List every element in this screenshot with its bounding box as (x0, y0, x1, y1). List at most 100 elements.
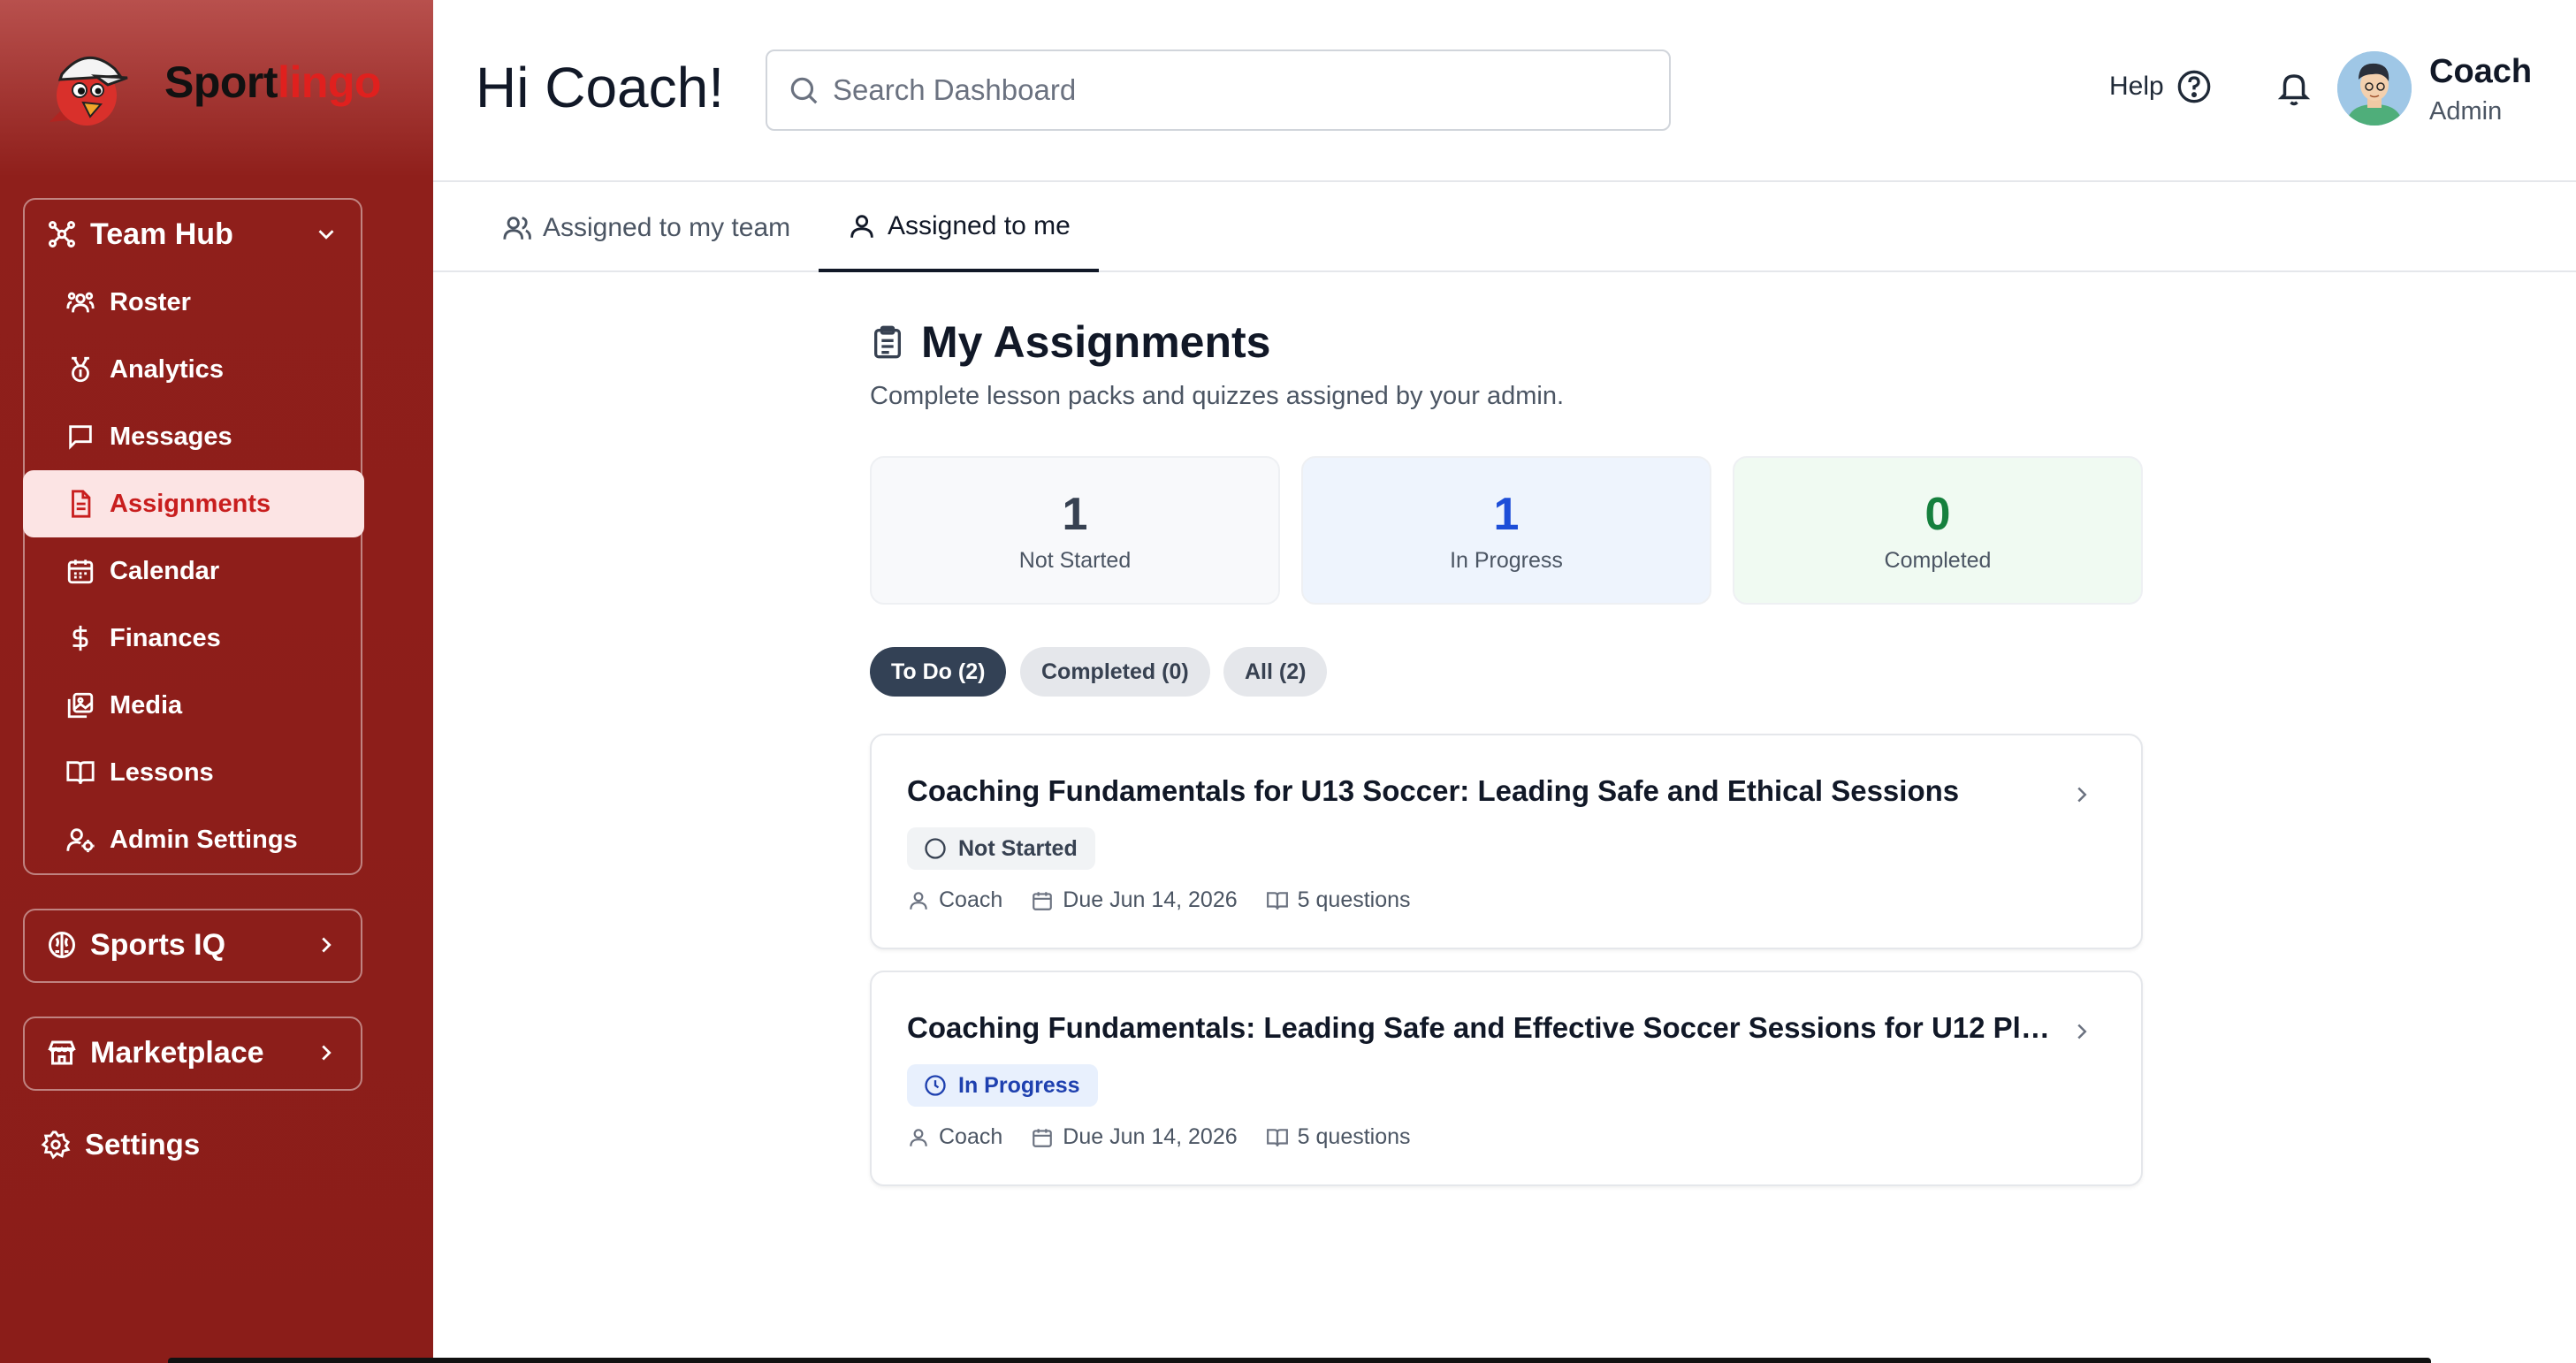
user-icon (910, 891, 927, 910)
user-name: Coach (2429, 53, 2533, 90)
question-circle-icon (2177, 70, 2211, 103)
sidebar-item-label: Media (110, 690, 183, 720)
sidebar-item-media[interactable]: Media (25, 672, 361, 739)
chevron-right-icon (322, 1045, 332, 1061)
calendar-icon (1033, 891, 1053, 910)
stat-label: In Progress (1450, 547, 1563, 573)
sidebar-item-label: Roster (110, 287, 191, 316)
clipboard-icon (874, 325, 901, 359)
book-icon (1266, 891, 1288, 910)
marketplace-group[interactable]: Marketplace (23, 1017, 362, 1091)
tab-assigned-to-me[interactable]: Assigned to me (819, 184, 1099, 272)
sidebar-item-label: Assignments (110, 489, 271, 518)
sidebar-item-label: Messages (110, 422, 232, 451)
team-hub-label: Team Hub (90, 217, 233, 251)
marketplace-label: Marketplace (90, 1035, 264, 1070)
sidebar-item-label: Admin Settings (110, 825, 298, 854)
status-badge: In Progress (907, 1064, 1098, 1107)
gear-icon (41, 1131, 71, 1160)
assignment-meta: Coach Due Jun 14, 2026 5 questions (907, 887, 1439, 913)
stat-in-progress: 1 In Progress (1301, 456, 1711, 605)
user-role: Admin (2429, 97, 2503, 126)
search-box[interactable] (766, 49, 1671, 131)
stat-label: Completed (1884, 547, 1992, 573)
chevron-right-icon (2077, 1024, 2087, 1039)
brand-name: Sportlingo (164, 57, 381, 107)
users-icon (66, 292, 95, 313)
sports-iq-toggle[interactable]: Sports IQ (25, 910, 361, 979)
clock-icon (925, 1075, 946, 1096)
team-hub-group: Team Hub Roster Analytics Messages Assig… (23, 198, 364, 875)
sidebar-item-assignments[interactable]: Assignments (23, 470, 364, 537)
top-header: Hi Coach! Help Coach Admin (433, 0, 2576, 182)
assignment-card[interactable]: Coaching Fundamentals for U13 Soccer: Le… (870, 734, 2143, 949)
circle-icon (925, 838, 946, 859)
chevron-right-icon (2077, 787, 2087, 803)
filter-completed[interactable]: Completed (0) (1020, 647, 1210, 697)
sidebar: Sportlingo Team Hub Roster Analytics Mes… (0, 0, 433, 1363)
dollar-icon (72, 625, 88, 651)
question-count: 5 questions (1297, 1124, 1411, 1149)
assignee: Coach (939, 887, 1003, 912)
network-icon (49, 221, 75, 247)
assignee: Coach (939, 1124, 1003, 1149)
assignment-card[interactable]: Coaching Fundamentals: Leading Safe and … (870, 971, 2143, 1186)
sidebar-item-lessons[interactable]: Lessons (25, 739, 361, 806)
sidebar-item-messages[interactable]: Messages (25, 403, 361, 470)
marketplace-toggle[interactable]: Marketplace (25, 1018, 361, 1087)
team-hub-toggle[interactable]: Team Hub (25, 200, 361, 269)
stat-completed: 0 Completed (1733, 456, 2143, 605)
user-icon (910, 1128, 927, 1146)
stat-value: 0 (1924, 488, 1951, 540)
page-title-text: My Assignments (921, 317, 1271, 367)
sidebar-settings[interactable]: Settings (41, 1128, 200, 1161)
brand-logo[interactable]: Sportlingo (42, 34, 381, 131)
status-text: Not Started (958, 835, 1078, 861)
sidebar-item-label: Finances (110, 623, 221, 652)
page-title: My Assignments (870, 316, 1270, 368)
stat-value: 1 (1493, 488, 1520, 540)
bird-mascot-icon (50, 56, 128, 126)
sidebar-item-label: Analytics (110, 354, 224, 384)
tab-label: Assigned to me (888, 211, 1071, 240)
calendar-icon (1033, 1128, 1053, 1147)
filter-to-do[interactable]: To Do (2) (870, 647, 1007, 697)
sports-iq-label: Sports IQ (90, 927, 226, 962)
message-icon (69, 425, 92, 450)
book-icon (1266, 1128, 1288, 1146)
sidebar-item-admin-settings[interactable]: Admin Settings (25, 806, 361, 873)
assignment-meta: Coach Due Jun 14, 2026 5 questions (907, 1124, 1439, 1150)
page-subtitle: Complete lesson packs and quizzes assign… (870, 382, 1565, 410)
document-icon (72, 490, 91, 518)
stat-label: Not Started (1018, 547, 1132, 573)
sidebar-item-finances[interactable]: Finances (25, 605, 361, 672)
brain-icon (49, 932, 75, 958)
calendar-icon (67, 560, 94, 584)
stat-value: 1 (1062, 488, 1088, 540)
window-bottom-edge (168, 1358, 2431, 1363)
question-count: 5 questions (1297, 887, 1411, 912)
images-icon (67, 692, 94, 719)
sidebar-item-analytics[interactable]: Analytics (25, 336, 361, 403)
bell-icon[interactable] (2275, 69, 2313, 108)
sidebar-item-label: Calendar (110, 556, 220, 585)
greeting-title: Hi Coach! (476, 56, 724, 119)
avatar[interactable] (2337, 51, 2412, 126)
users-icon (503, 217, 531, 240)
tab-label: Assigned to my team (543, 213, 791, 242)
assignment-title: Coaching Fundamentals for U13 Soccer: Le… (907, 774, 1960, 807)
sidebar-item-roster[interactable]: Roster (25, 269, 361, 336)
sidebar-item-calendar[interactable]: Calendar (25, 537, 361, 605)
user-cog-icon (66, 828, 95, 853)
chevron-right-icon (322, 937, 332, 953)
avatar-illustration-icon (2337, 51, 2412, 126)
chevron-down-icon (318, 230, 334, 240)
filter-all[interactable]: All (2) (1223, 647, 1328, 697)
assignment-title: Coaching Fundamentals: Leading Safe and … (907, 1011, 2056, 1044)
help-label: Help (2109, 72, 2164, 101)
store-icon (48, 1040, 76, 1065)
sports-iq-group[interactable]: Sports IQ (23, 909, 362, 983)
search-input[interactable] (833, 73, 1650, 107)
help-button[interactable]: Help (2109, 69, 2212, 104)
tab-assigned-to-my-team[interactable]: Assigned to my team (502, 184, 790, 272)
